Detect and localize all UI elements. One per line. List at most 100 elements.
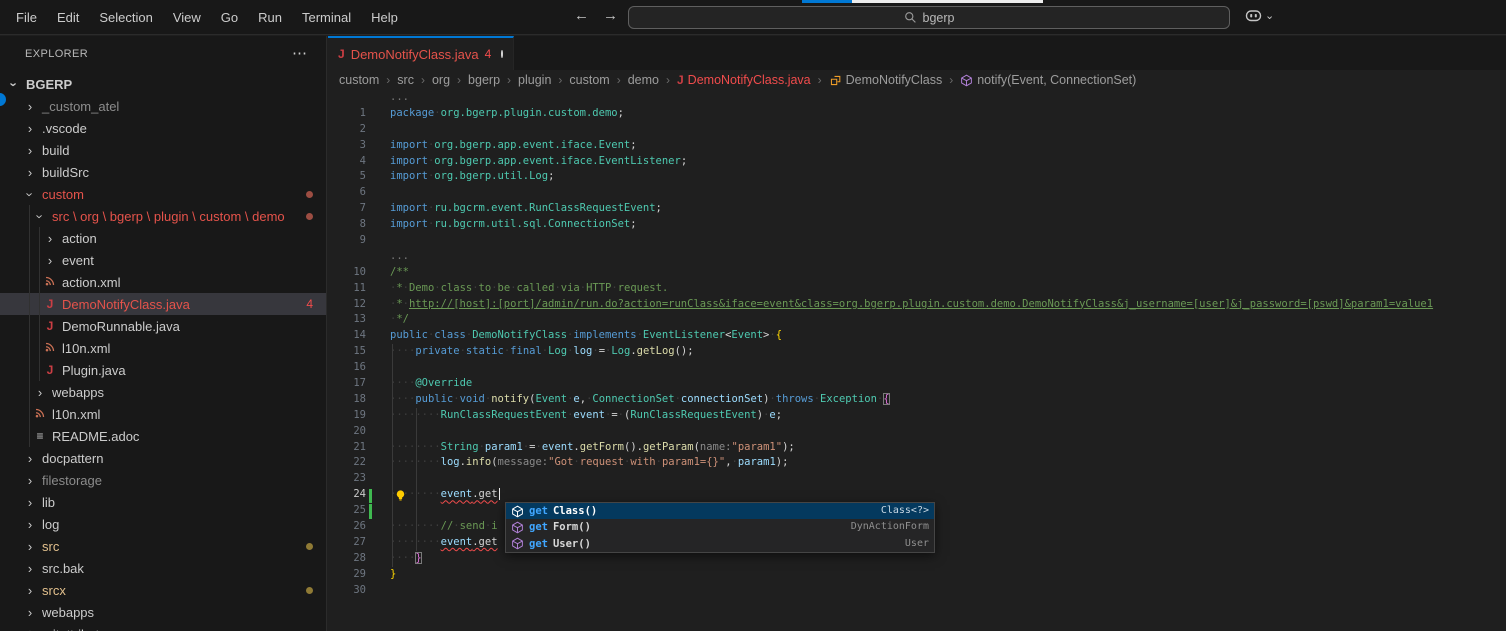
tree-item-event[interactable]: ›event [0,249,327,271]
code-line-10[interactable]: 10/** [328,265,1506,281]
nav-forward-icon[interactable]: → [603,7,618,24]
menu-go[interactable]: Go [211,10,248,25]
line-number: 25 [328,503,366,519]
code-line-text: public·class·DemoNotifyClass·implements·… [390,328,782,344]
tree-item-filestorage[interactable]: ›filestorage [0,469,327,491]
code-line-1[interactable]: 1package·org.bgerp.plugin.custom.demo; [328,106,1506,122]
tree-item-label: filestorage [42,473,102,488]
suggest-item-getuser[interactable]: getUser()User [506,536,934,552]
copilot-menu[interactable]: ⌄ [1245,8,1274,23]
code-line-16[interactable]: 16 [328,360,1506,376]
code-line-18[interactable]: 18····public·void·notify(Event·e,·Connec… [328,392,1506,408]
tree-item-vscode[interactable]: ›.vscode [0,117,327,139]
menu-help[interactable]: Help [361,10,408,25]
tree-item-label: .gitattributes [42,627,113,631]
code-line-15[interactable]: 15····private·static·final·Log·log·=·Log… [328,344,1506,360]
tree-item-build[interactable]: ›build [0,139,327,161]
line-number: 4 [328,154,366,170]
tree-item-webapps[interactable]: ›webapps [0,381,327,403]
code-line-7[interactable]: 7import·ru.bgcrm.event.RunClassRequestEv… [328,201,1506,217]
tree-item-srcx[interactable]: ›srcx [0,579,327,601]
tree-item-l10n-xml[interactable]: l10n.xml [0,403,327,425]
tree-item-webapps[interactable]: ›webapps [0,601,327,623]
tree-item-l10n-xml[interactable]: l10n.xml [0,337,327,359]
tree-item-readme-adoc[interactable]: ≡README.adoc [0,425,327,447]
tab-problem-badge: 4 [485,47,492,61]
code-line-28[interactable]: 28····} [328,551,1506,567]
menu-edit[interactable]: Edit [47,10,89,25]
breadcrumb-custom[interactable]: custom [569,73,609,87]
tree-item-docpattern[interactable]: ›docpattern [0,447,327,469]
tree-item-custom[interactable]: ›custom [0,183,327,205]
tree-item-src[interactable]: ›src [0,535,327,557]
breadcrumb-custom[interactable]: custom [339,73,379,87]
tree-item-gitattributes[interactable]: ◆.gitattributes [0,623,327,631]
code-line-2[interactable]: 2 [328,122,1506,138]
code-line-24[interactable]: 24········event.get [328,487,1506,503]
tree-item-buildsrc[interactable]: ›buildSrc [0,161,327,183]
more-actions-icon[interactable]: ⋯ [292,44,307,62]
menu-file[interactable]: File [6,10,47,25]
tree-item-custom-atel[interactable]: ›_custom_atel [0,95,327,117]
tree-item-src-org-bgerp-plugin-custom-demo[interactable]: ›src \ org \ bgerp \ plugin \ custom \ d… [0,205,327,227]
code-line-5[interactable]: 5import·org.bgerp.util.Log; [328,169,1506,185]
menu-run[interactable]: Run [248,10,292,25]
tree-item-demonotifyclass-java[interactable]: JDemoNotifyClass.java4 [0,293,327,315]
tree-item-action-xml[interactable]: action.xml [0,271,327,293]
java-file-icon: J [42,297,58,311]
breadcrumb-notify-event-connectionset[interactable]: notify(Event, ConnectionSet) [960,73,1136,87]
tree-item-demorunnable-java[interactable]: JDemoRunnable.java [0,315,327,337]
breadcrumb-bgerp[interactable]: bgerp [468,73,500,87]
code-line-text: ····@Override [390,376,472,392]
tree-root-label: BGERP [26,77,72,92]
breadcrumb-src[interactable]: src [397,73,414,87]
menu-view[interactable]: View [163,10,211,25]
tree-root-bgerp[interactable]: ›BGERP [0,73,327,95]
tree-item-src-bak[interactable]: ›src.bak [0,557,327,579]
folded-code-marker[interactable]: ... [328,90,1506,106]
line-number: 24 [328,487,366,503]
nav-back-icon[interactable]: ← [574,7,589,24]
breadcrumb-org[interactable]: org [432,73,450,87]
code-line-12[interactable]: 12·*·http://[host]:[port]/admin/run.do?a… [328,297,1506,313]
code-line-text: ········String·param1·=·event.getForm().… [390,440,795,456]
code-line-11[interactable]: 11·*·Demo·class·to·be·called·via·HTTP·re… [328,281,1506,297]
lightbulb-icon[interactable] [394,489,407,507]
code-line-8[interactable]: 8import·ru.bgcrm.util.sql.ConnectionSet; [328,217,1506,233]
code-line-20[interactable]: 20 [328,424,1506,440]
tree-item-lib[interactable]: ›lib [0,491,327,513]
tree-item-action[interactable]: ›action [0,227,327,249]
breadcrumb-demonotifyclass[interactable]: DemoNotifyClass [829,73,943,87]
code-line-21[interactable]: 21········String·param1·=·event.getForm(… [328,440,1506,456]
code-line-22[interactable]: 22········log.info(message:"Got·request·… [328,455,1506,471]
suggest-item-getform[interactable]: getForm()DynActionForm [506,519,934,535]
code-line-19[interactable]: 19········RunClassRequestEvent·event·=·(… [328,408,1506,424]
code-line-30[interactable]: 30 [328,583,1506,599]
code-line-13[interactable]: 13·*/ [328,312,1506,328]
code-line-9[interactable]: 9 [328,233,1506,249]
tab-demonotifyclass[interactable]: J DemoNotifyClass.java 4 [328,36,514,70]
code-line-4[interactable]: 4import·org.bgerp.app.event.iface.EventL… [328,154,1506,170]
tree-item-plugin-java[interactable]: JPlugin.java [0,359,327,381]
code-line-29[interactable]: 29} [328,567,1506,583]
command-center-search[interactable]: bgerp [628,6,1230,29]
code-line-3[interactable]: 3import·org.bgerp.app.event.iface.Event; [328,138,1506,154]
tree-item-label: custom [42,187,84,202]
suggest-item-getclass[interactable]: getClass()Class<?> [506,503,934,519]
breadcrumb-plugin[interactable]: plugin [518,73,551,87]
tree-item-log[interactable]: ›log [0,513,327,535]
breadcrumb-label: DemoNotifyClass [846,73,943,87]
code-line-14[interactable]: 14public·class·DemoNotifyClass·implement… [328,328,1506,344]
breadcrumb-demonotifyclass-java[interactable]: JDemoNotifyClass.java [677,73,811,87]
java-file-icon: J [42,319,58,333]
menu-selection[interactable]: Selection [89,10,162,25]
menu-terminal[interactable]: Terminal [292,10,361,25]
breadcrumb-label: notify(Event, ConnectionSet) [977,73,1136,87]
code-line-23[interactable]: 23 [328,471,1506,487]
code-line-17[interactable]: 17····@Override [328,376,1506,392]
breadcrumb-demo[interactable]: demo [628,73,659,87]
code-line-6[interactable]: 6 [328,185,1506,201]
breadcrumb-separator-icon: › [818,73,822,87]
dirty-indicator-dot[interactable] [501,50,503,58]
folded-code-marker[interactable]: ... [328,249,1506,265]
